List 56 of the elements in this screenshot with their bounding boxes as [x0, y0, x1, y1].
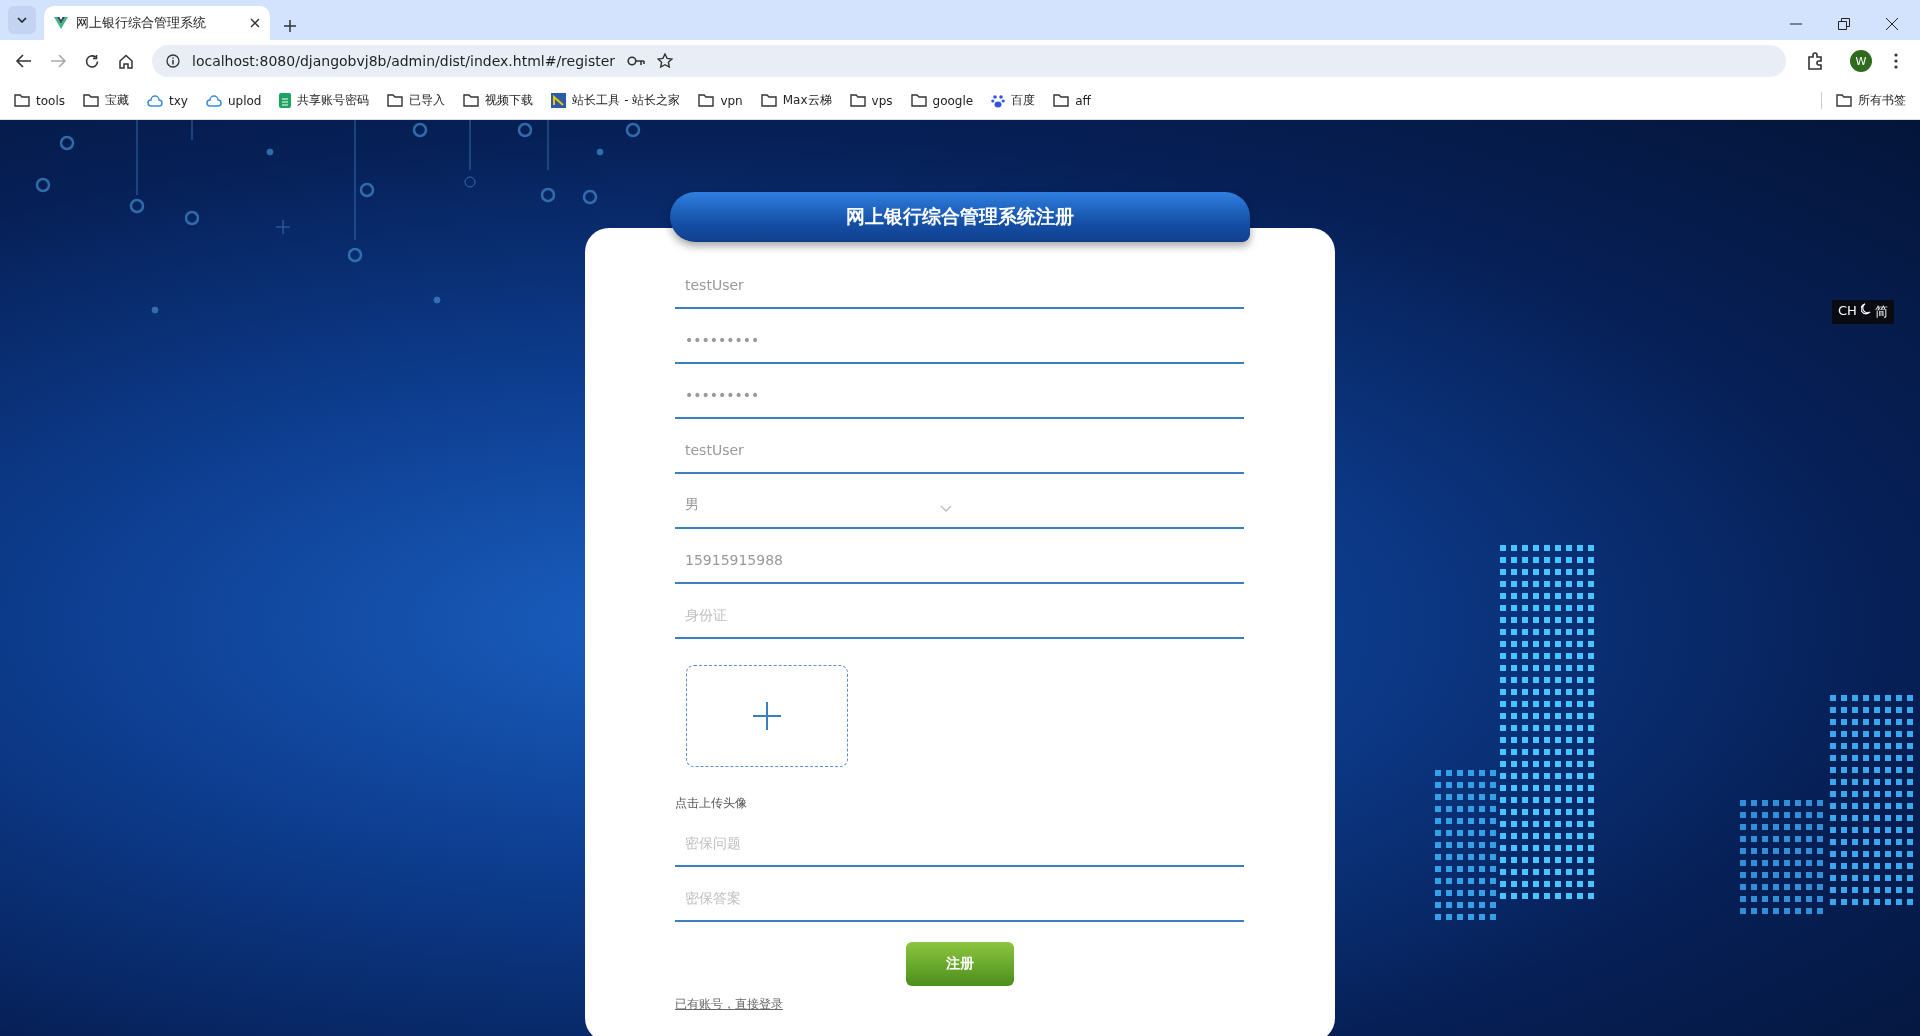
folder-icon: [1836, 94, 1852, 107]
folder-icon: [698, 94, 715, 107]
paw-icon: [991, 93, 1006, 108]
chevron-down-icon: [17, 17, 27, 23]
profile-avatar[interactable]: W: [1850, 50, 1872, 72]
close-icon[interactable]: [1886, 18, 1898, 30]
bookmark-item[interactable]: google: [910, 93, 974, 108]
cloud-icon: [205, 94, 222, 107]
new-tab-icon[interactable]: [284, 20, 296, 32]
cloud-icon: [147, 94, 163, 107]
input-field[interactable]: 密保问题: [675, 821, 1244, 867]
browser-tab[interactable]: 网上银行综合管理系统: [44, 6, 270, 40]
bookmark-item[interactable]: txy: [147, 93, 188, 108]
bookmark-item[interactable]: aff: [1053, 93, 1091, 108]
close-icon[interactable]: [250, 18, 260, 28]
bookmark-item[interactable]: 宝藏: [83, 92, 129, 109]
input-field[interactable]: 身份证: [675, 593, 1244, 639]
folder-icon: [463, 94, 480, 107]
bookmark-item[interactable]: 共享账号密码: [279, 92, 370, 109]
spreadsheet-icon: [279, 93, 292, 108]
bookmark-item[interactable]: 百度: [991, 92, 1036, 109]
address-bar[interactable]: localhost:8080/djangobvj8b/admin/dist/index.html#/register: [152, 45, 1786, 77]
star-icon[interactable]: [657, 53, 674, 69]
folder-icon: [387, 94, 404, 107]
app-icon: [551, 93, 567, 108]
bookmark-item[interactable]: vpn: [698, 93, 743, 108]
tab-list-button[interactable]: [8, 6, 36, 34]
url-text: localhost:8080/djangobvj8b/admin/dist/index.html#/register: [192, 53, 616, 69]
key-icon[interactable]: [627, 55, 646, 67]
input-method-indicator[interactable]: CH 简: [1832, 300, 1894, 324]
bookmark-item[interactable]: 视频下载: [463, 92, 534, 109]
upload-avatar-label: 点击上传头像: [675, 795, 748, 812]
bookmark-item[interactable]: Max云梯: [760, 92, 832, 109]
puzzle-piece-icon[interactable]: [1806, 52, 1824, 70]
folder-icon: [14, 94, 30, 107]
folder-icon: [910, 94, 927, 107]
tab-title: 网上银行综合管理系统: [76, 14, 206, 32]
bookmark-item[interactable]: 站长工具 - 站长之家: [551, 92, 681, 109]
form-title: 网上银行综合管理系统注册: [846, 204, 1074, 229]
bookmark-item[interactable]: tools: [14, 93, 65, 108]
plus-icon: [753, 702, 781, 730]
moon-icon: [1860, 303, 1871, 315]
bookmark-item[interactable]: vps: [849, 93, 893, 108]
bookmark-item[interactable]: 已导入: [387, 92, 446, 109]
chevron-down-icon: [940, 505, 952, 512]
folder-icon: [849, 94, 866, 107]
input-field[interactable]: 密保答案: [675, 876, 1244, 922]
folder-icon: [760, 94, 777, 107]
folder-icon: [83, 94, 99, 107]
bookmark-item[interactable]: uplod: [205, 93, 262, 108]
vue-logo-icon: [54, 17, 68, 29]
info-icon: [166, 54, 180, 68]
all-bookmarks-item[interactable]: 所有书签: [1821, 92, 1920, 109]
restore-icon[interactable]: [1838, 18, 1850, 30]
folder-icon: [1053, 94, 1070, 107]
login-link[interactable]: 已有账号，直接登录: [675, 996, 783, 1013]
